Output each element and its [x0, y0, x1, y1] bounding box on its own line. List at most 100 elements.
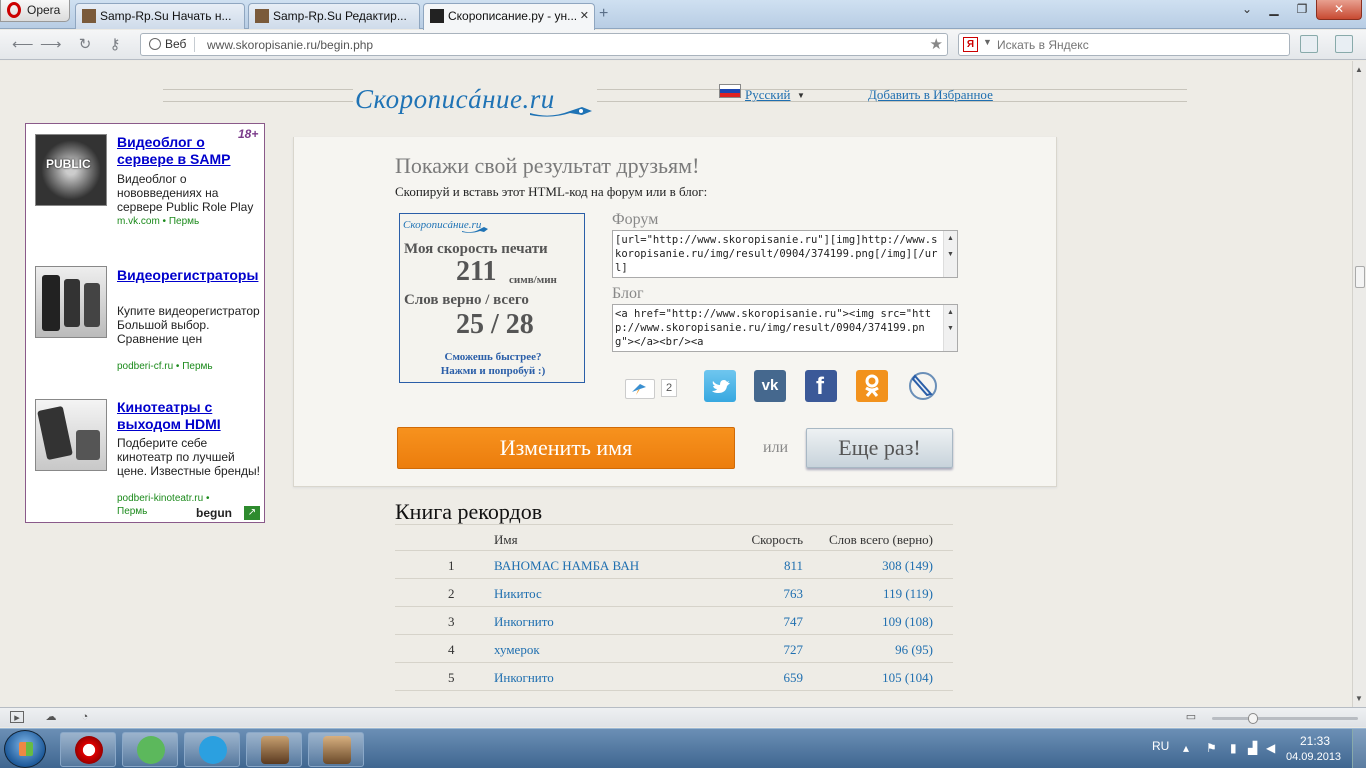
clock-date[interactable]: 04.09.2013 [1286, 751, 1341, 763]
records-table: Имя Скорость Слов всего (верно) 1 ВАНОМА… [395, 524, 953, 691]
ad-domain[interactable]: podberi-kinoteatr.ru [117, 493, 203, 504]
key-icon[interactable]: ⚷ [106, 36, 124, 54]
change-name-button[interactable]: Изменить имя [397, 427, 735, 469]
volume-icon[interactable]: ◀ [1266, 741, 1275, 755]
taskbar-samp[interactable] [246, 732, 302, 767]
odnoklassniki-icon[interactable] [856, 370, 888, 402]
taskbar-opera[interactable] [60, 732, 116, 767]
reload-icon[interactable]: ↻ [76, 36, 94, 54]
chevron-down-icon[interactable]: ▼ [797, 91, 805, 100]
view-icon[interactable]: ▭ [1184, 711, 1198, 723]
windows-start-button[interactable] [4, 730, 46, 768]
table-row: 2 Никитос 763 119 (119) [395, 579, 953, 607]
record-speed: 763 [783, 586, 804, 601]
livejournal-icon[interactable] [907, 370, 939, 402]
try-again-button[interactable]: Еще раз! [806, 428, 953, 468]
record-name[interactable]: Инкогнито [494, 670, 554, 686]
new-tab-icon[interactable]: + [599, 5, 608, 23]
facebook-icon[interactable]: f [805, 370, 837, 402]
tab-samp-start[interactable]: Samp-Rp.Su Начать н... [75, 3, 245, 29]
ad-domain[interactable]: m.vk.com [117, 216, 160, 227]
ad-city: Пермь [168, 216, 200, 227]
bookmark-star-icon[interactable]: ★ [930, 35, 943, 53]
search-engine-dropdown-icon[interactable]: ▼ [983, 37, 992, 47]
forward-icon[interactable]: ⟶ [40, 36, 62, 54]
ad-image-dvr[interactable] [35, 266, 107, 338]
result-image[interactable]: Скорописáние.ru Моя скорость печати 211 … [399, 213, 585, 383]
zoom-slider-handle[interactable] [1248, 713, 1258, 724]
address-url[interactable]: www.skoropisanie.ru/begin.php [207, 38, 373, 52]
search-box[interactable]: Я ▼ [958, 33, 1290, 56]
show-desktop-button[interactable] [1352, 729, 1366, 768]
battery-icon[interactable]: ▮ [1230, 741, 1237, 755]
ad-url[interactable]: m.vk.com • Пермь [117, 215, 263, 228]
opera-menu-button[interactable]: Opera [0, 0, 70, 22]
tab-label: Samp-Rp.Su Редактир... [273, 9, 407, 23]
site-logo[interactable]: Скорописáние.ru [355, 84, 555, 115]
tab-close-icon[interactable]: ✕ [580, 9, 589, 22]
record-name[interactable]: Никитос [494, 586, 542, 602]
network-icon[interactable]: ▟ [1248, 741, 1257, 755]
ad-title[interactable]: Видеорегистраторы [117, 267, 262, 284]
notes-icon[interactable] [1300, 35, 1318, 53]
header-divider [163, 89, 353, 90]
vk-icon[interactable]: vk [754, 370, 786, 402]
forum-code-scrollbar[interactable]: ▲ ▼ [943, 231, 957, 277]
tab-skoropisanie[interactable]: Скорописание.ру - ун... ✕ [423, 3, 595, 30]
scrollbar-thumb[interactable] [1355, 266, 1365, 288]
header-words: Слов всего (верно) [828, 532, 933, 547]
begun-arrow-icon[interactable]: ↗ [244, 506, 260, 520]
begun-logo[interactable]: begun [196, 506, 232, 520]
ad-image-home-theater[interactable] [35, 399, 107, 471]
yandex-logo-icon[interactable]: Я [963, 37, 978, 52]
search-input[interactable] [997, 36, 1287, 54]
record-name[interactable]: Инкогнито [494, 614, 554, 630]
taskbar-skype[interactable] [184, 732, 240, 767]
record-name[interactable]: ВАНОМАС НАМБА ВАН [494, 558, 639, 574]
ad-image-public-rp[interactable]: PUBLIC [35, 134, 107, 206]
web-badge[interactable]: Веб [147, 37, 196, 52]
taskbar-utorrent[interactable] [122, 732, 178, 767]
record-words: 119 (119) [883, 586, 933, 601]
forum-code-field[interactable]: [url="http://www.skoropisanie.ru"][img]h… [612, 230, 958, 278]
record-rank: 3 [448, 614, 455, 629]
restore-icon[interactable]: ❐ [1288, 0, 1316, 20]
close-icon[interactable]: ✕ [1316, 0, 1362, 20]
action-center-flag-icon[interactable]: ⚑ [1206, 741, 1217, 755]
tray-expand-icon[interactable]: ▴ [1183, 741, 1189, 755]
ad-title[interactable]: Кинотеатры с выходом HDMI [117, 399, 262, 433]
ad-description: Видеоблог о нововведениях на сервере Pub… [117, 172, 254, 214]
record-name[interactable]: хумерок [494, 642, 540, 658]
clock-time[interactable]: 21:33 [1300, 734, 1330, 748]
russian-flag-icon[interactable] [719, 84, 741, 98]
address-bar[interactable]: Веб www.skoropisanie.ru/begin.php ★ [140, 33, 948, 56]
opera-unite-icon[interactable]: ☁ [44, 711, 58, 723]
scroll-down-icon[interactable]: ▼ [1355, 694, 1363, 703]
speed-dial-icon[interactable]: ◔ [78, 711, 92, 723]
minimize-icon[interactable]: ▁ [1260, 0, 1288, 20]
words-value: 25 / 28 [456, 309, 534, 340]
back-icon[interactable]: ⟵ [12, 36, 34, 54]
tabs-menu-icon[interactable]: ⌄ [1233, 0, 1261, 20]
header-speed: Скорость [751, 532, 803, 547]
taskbar-samp-2[interactable] [308, 732, 364, 767]
zoom-slider[interactable] [1212, 717, 1358, 720]
scroll-up-icon[interactable]: ▲ [1355, 65, 1363, 74]
language-selector[interactable]: Русский [745, 87, 791, 103]
mail-icon[interactable] [1335, 35, 1353, 53]
keyboard-language[interactable]: RU [1152, 739, 1169, 753]
twitter-icon[interactable] [704, 370, 736, 402]
tab-bar: Opera Samp-Rp.Su Начать н... Samp-Rp.Su … [0, 0, 1366, 30]
ad-title[interactable]: Видеоблог о сервере в SAMP [117, 134, 262, 168]
ad-url[interactable]: podberi-cf.ru • Пермь [117, 360, 263, 373]
page-scrollbar[interactable]: ▲ ▼ [1352, 61, 1366, 707]
share-icon[interactable] [625, 379, 655, 399]
blog-code-field[interactable]: <a href="http://www.skoropisanie.ru"><im… [612, 304, 958, 352]
blog-code-scrollbar[interactable]: ▲ ▼ [943, 305, 957, 351]
ad-domain[interactable]: podberi-cf.ru [117, 361, 173, 372]
samp-favicon-icon [255, 9, 269, 23]
add-to-favorites-link[interactable]: Добавить в Избранное [868, 87, 993, 103]
tab-samp-edit[interactable]: Samp-Rp.Su Редактир... [248, 3, 420, 29]
samp-favicon-icon [82, 9, 96, 23]
panel-toggle-icon[interactable]: ▸ [10, 711, 24, 724]
